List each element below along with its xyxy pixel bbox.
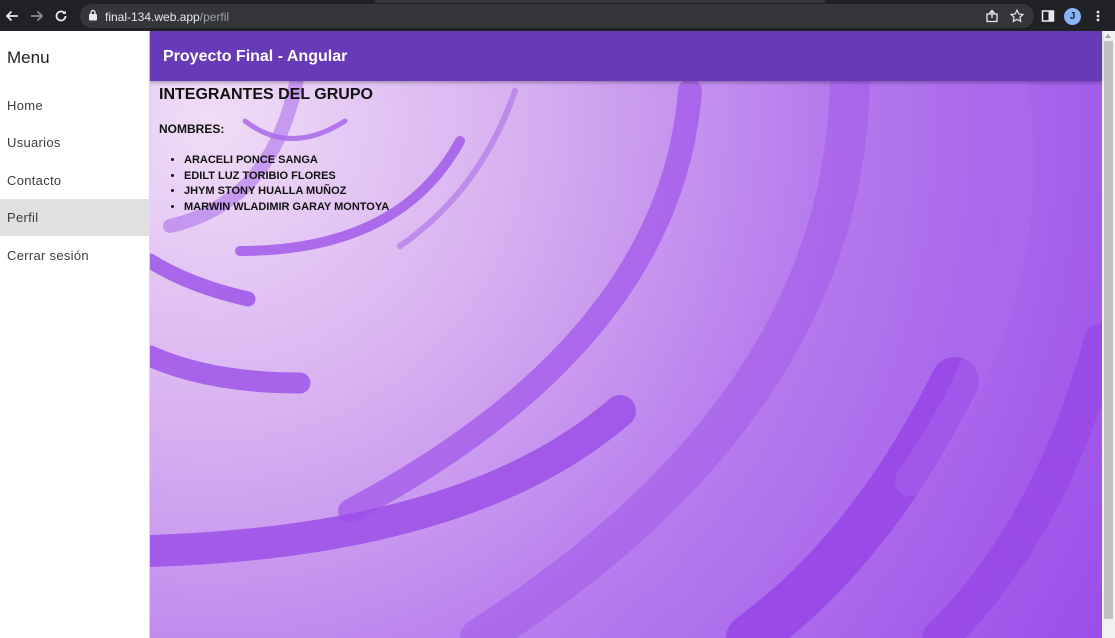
toolbar-title: Proyecto Final - Angular — [163, 48, 348, 65]
sidebar-item-contacto[interactable]: Contacto — [0, 162, 150, 199]
list-item: JHYM STONY HUALLA MUÑOZ — [184, 184, 389, 200]
app-toolbar: Proyecto Final - Angular — [150, 31, 1102, 81]
reload-icon[interactable] — [50, 5, 72, 27]
swirl-arc — [338, 81, 702, 523]
browser-chrome: final-134.web.app/perfil J — [0, 0, 1115, 31]
sidebar-item-usuarios[interactable]: Usuarios — [0, 124, 150, 161]
swirl-arc — [726, 357, 979, 638]
scroll-up-arrow-icon[interactable] — [1105, 34, 1111, 38]
back-icon[interactable] — [1, 5, 23, 27]
names-label: NOMBRES: — [159, 122, 225, 136]
sidenav: Menu Home Usuarios Contacto Perfil Cerra… — [0, 31, 150, 638]
group-heading: INTEGRANTES DEL GRUPO — [159, 86, 373, 103]
sidebar-item-label: Home — [7, 98, 43, 113]
sidebar-item-perfil[interactable]: Perfil — [0, 199, 150, 236]
tab-strip-edge — [375, 0, 825, 3]
sidebar-item-home[interactable]: Home — [0, 87, 150, 124]
swirl-arc — [150, 253, 256, 307]
lock-icon[interactable] — [88, 8, 100, 24]
sidebar-item-label: Contacto — [7, 173, 62, 188]
list-item: ARACELI PONCE SANGA — [184, 153, 389, 169]
share-icon[interactable] — [981, 5, 1003, 27]
forward-icon[interactable] — [26, 5, 48, 27]
swirl-arc — [150, 345, 311, 394]
list-item: MARWIN WLADIMIR GARAY MONTOYA — [184, 200, 389, 216]
sidebar-item-cerrar-sesion[interactable]: Cerrar sesión — [0, 237, 150, 274]
bookmark-star-icon[interactable] — [1006, 5, 1028, 27]
swirl-arc — [242, 118, 348, 141]
list-item: EDILT LUZ TORIBIO FLORES — [184, 169, 389, 185]
names-list: ARACELI PONCE SANGA EDILT LUZ TORIBIO FL… — [184, 153, 389, 215]
vertical-scrollbar[interactable] — [1102, 31, 1115, 638]
menu-title: Menu — [7, 48, 50, 67]
profile-avatar[interactable]: J — [1064, 8, 1081, 25]
more-menu-icon[interactable] — [1087, 5, 1109, 27]
profile-content: INTEGRANTES DEL GRUPO NOMBRES: ARACELI P… — [150, 81, 1102, 638]
swirl-arc — [397, 88, 518, 249]
side-panel-icon[interactable] — [1037, 5, 1059, 27]
scroll-thumb[interactable] — [1104, 41, 1113, 619]
sidebar-item-label: Cerrar sesión — [7, 248, 89, 263]
sidebar-item-label: Usuarios — [7, 135, 61, 150]
url-text[interactable]: final-134.web.app/perfil — [105, 10, 229, 24]
sidebar-item-label: Perfil — [7, 210, 39, 225]
